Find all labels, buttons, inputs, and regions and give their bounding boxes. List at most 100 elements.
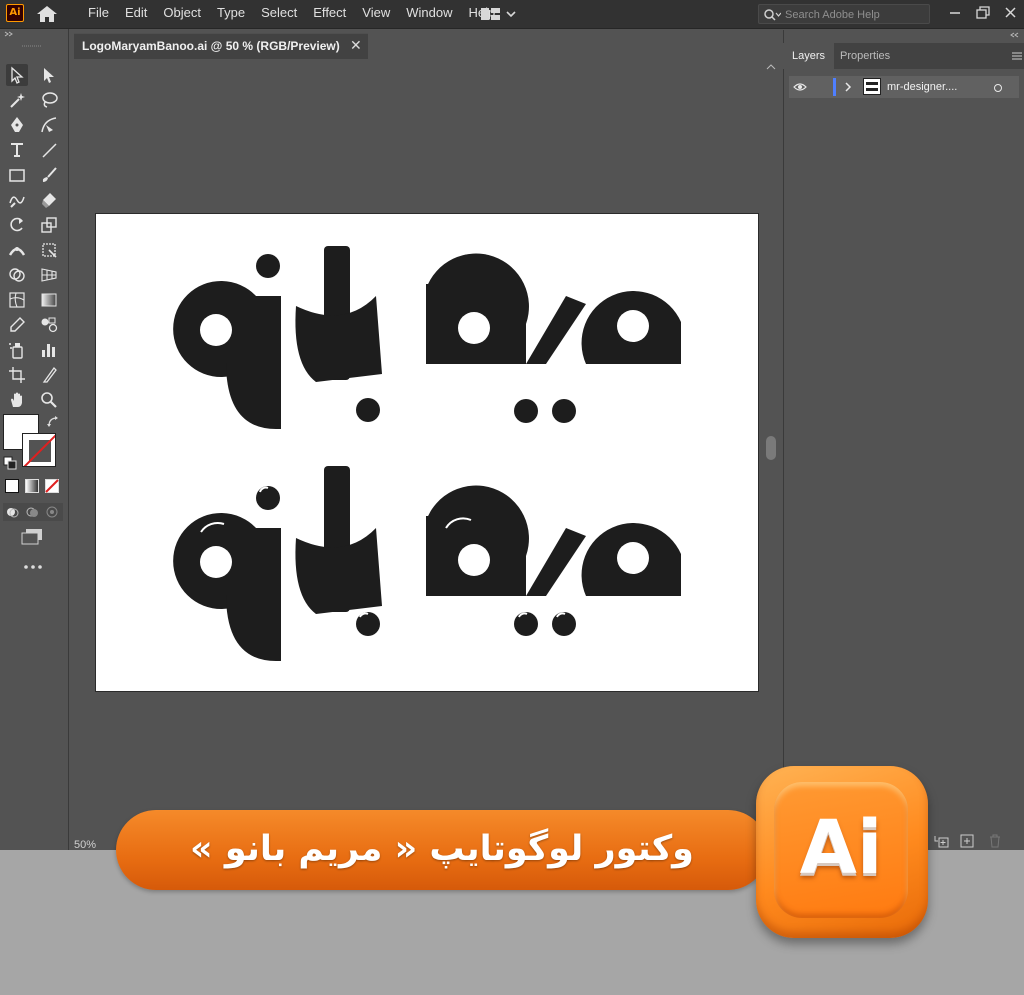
layers-panel: [783, 30, 1024, 850]
lasso-tool-icon[interactable]: [38, 89, 60, 111]
paintbrush-tool-icon[interactable]: [38, 164, 60, 186]
none-stroke-icon: [23, 434, 55, 466]
menu-bar: Ai File Edit Object Type Select Effect V…: [0, 0, 1024, 29]
home-icon[interactable]: [36, 5, 58, 23]
selection-tool-icon[interactable]: [6, 64, 28, 86]
menu-type[interactable]: Type: [209, 0, 253, 28]
tab-layers[interactable]: Layers: [783, 43, 835, 69]
none-mode-icon[interactable]: [45, 479, 59, 493]
eraser-tool-icon[interactable]: [38, 189, 60, 211]
artboard-tool-icon[interactable]: [6, 364, 28, 386]
screen-mode-icon[interactable]: [20, 527, 46, 547]
noon-counter: [200, 314, 232, 346]
trash-icon[interactable]: [988, 834, 1002, 848]
ai-badge-face: Ai: [774, 782, 908, 918]
width-tool-icon[interactable]: [6, 239, 28, 261]
layer-name: mr-designer....: [887, 81, 958, 93]
workspace-switcher[interactable]: [480, 5, 526, 23]
logotype-flat: [173, 246, 681, 429]
document-tab[interactable]: LogoMaryamBanoo.ai @ 50 % (RGB/Preview) …: [74, 33, 368, 59]
magic-wand-tool-icon[interactable]: [6, 89, 28, 111]
collapse-panel-icon[interactable]: [4, 31, 14, 37]
document-tab-title: LogoMaryamBanoo.ai @ 50 % (RGB/Preview): [82, 39, 340, 53]
minimize-icon[interactable]: [944, 4, 966, 22]
artboard[interactable]: [96, 214, 758, 691]
noon-tail: [226, 362, 281, 429]
slice-tool-icon[interactable]: [38, 364, 60, 386]
menu-edit[interactable]: Edit: [117, 0, 155, 28]
free-transform-tool-icon[interactable]: [38, 239, 60, 261]
new-layer-icon[interactable]: [960, 834, 974, 848]
menu-file[interactable]: File: [80, 0, 117, 28]
logotype-glossy: [173, 466, 681, 661]
swap-fill-stroke-icon[interactable]: [46, 415, 60, 429]
noon-stem: [256, 528, 281, 594]
type-tool-icon[interactable]: [6, 139, 28, 161]
eye-visibility-icon[interactable]: [793, 81, 807, 93]
banner-title: وکتور لوگوتایپ « مریم بانو »: [190, 829, 694, 869]
tab-properties[interactable]: Properties: [831, 43, 899, 69]
blend-tool-icon[interactable]: [38, 314, 60, 336]
logo-artwork[interactable]: [96, 214, 758, 691]
close-window-icon[interactable]: [1000, 4, 1022, 22]
menu-window[interactable]: Window: [398, 0, 460, 28]
draw-behind-icon[interactable]: [25, 505, 39, 519]
panel-tabs: Layers Properties: [783, 43, 1024, 69]
mesh-tool-icon[interactable]: [6, 289, 28, 311]
color-mode-icon[interactable]: [5, 479, 19, 493]
menu-view[interactable]: View: [354, 0, 398, 28]
draw-normal-icon[interactable]: [5, 505, 19, 519]
expand-panel-icon[interactable]: [1010, 32, 1020, 38]
new-sublayer-icon[interactable]: [934, 834, 950, 848]
hand-tool-icon[interactable]: [6, 389, 28, 411]
menu-object[interactable]: Object: [155, 0, 209, 28]
scale-tool-icon[interactable]: [38, 214, 60, 236]
stroke-swatch[interactable]: [22, 433, 56, 467]
dot-top: [256, 486, 280, 510]
layer-thumbnail: [863, 78, 881, 95]
close-tab-icon[interactable]: ✕: [350, 34, 362, 58]
menu-effect[interactable]: Effect: [305, 0, 354, 28]
gradient-mode-icon[interactable]: [25, 479, 39, 493]
noon-counter: [200, 546, 232, 578]
beh-dot: [356, 612, 380, 636]
zoom-tool-icon[interactable]: [38, 389, 60, 411]
panel-menu-icon[interactable]: [1012, 52, 1022, 60]
column-graph-tool-icon[interactable]: [38, 339, 60, 361]
shape-builder-tool-icon[interactable]: [6, 264, 28, 286]
eyedropper-tool-icon[interactable]: [6, 314, 28, 336]
search-input[interactable]: [783, 6, 927, 24]
more-tools-icon[interactable]: [22, 563, 44, 571]
layer-row[interactable]: mr-designer....: [789, 76, 1019, 98]
ai-badge-label: Ai: [799, 805, 883, 891]
shaper-tool-icon[interactable]: [6, 189, 28, 211]
letter-reh: [526, 528, 586, 596]
rectangle-tool-icon[interactable]: [6, 164, 28, 186]
workspace-grid-icon: [481, 8, 500, 20]
ai-app-badge: Ai: [756, 766, 928, 938]
beh-dot: [356, 398, 380, 422]
vertical-scrollbar[interactable]: [764, 60, 778, 840]
target-circle-icon[interactable]: [993, 83, 1003, 93]
letter-yeh: [426, 485, 529, 596]
restore-icon[interactable]: [972, 4, 994, 22]
menu-select[interactable]: Select: [253, 0, 305, 28]
yeh-counter: [458, 312, 490, 344]
pen-tool-icon[interactable]: [6, 114, 28, 136]
panel-grip-icon[interactable]: [22, 44, 42, 48]
curvature-tool-icon[interactable]: [38, 114, 60, 136]
chevron-right-icon[interactable]: [844, 82, 852, 92]
default-fill-stroke-icon[interactable]: [3, 456, 17, 470]
yeh-dot-2: [552, 399, 576, 423]
symbol-sprayer-tool-icon[interactable]: [6, 339, 28, 361]
noon-stem: [256, 296, 281, 362]
title-banner: وکتور لوگوتایپ « مریم بانو »: [116, 810, 768, 890]
yeh-dot-1: [514, 612, 538, 636]
rotate-tool-icon[interactable]: [6, 214, 28, 236]
gradient-tool-icon[interactable]: [38, 289, 60, 311]
line-tool-icon[interactable]: [38, 139, 60, 161]
direct-selection-tool-icon[interactable]: [38, 64, 60, 86]
draw-inside-icon[interactable]: [45, 505, 59, 519]
perspective-grid-tool-icon[interactable]: [38, 264, 60, 286]
search-box[interactable]: [758, 4, 930, 24]
